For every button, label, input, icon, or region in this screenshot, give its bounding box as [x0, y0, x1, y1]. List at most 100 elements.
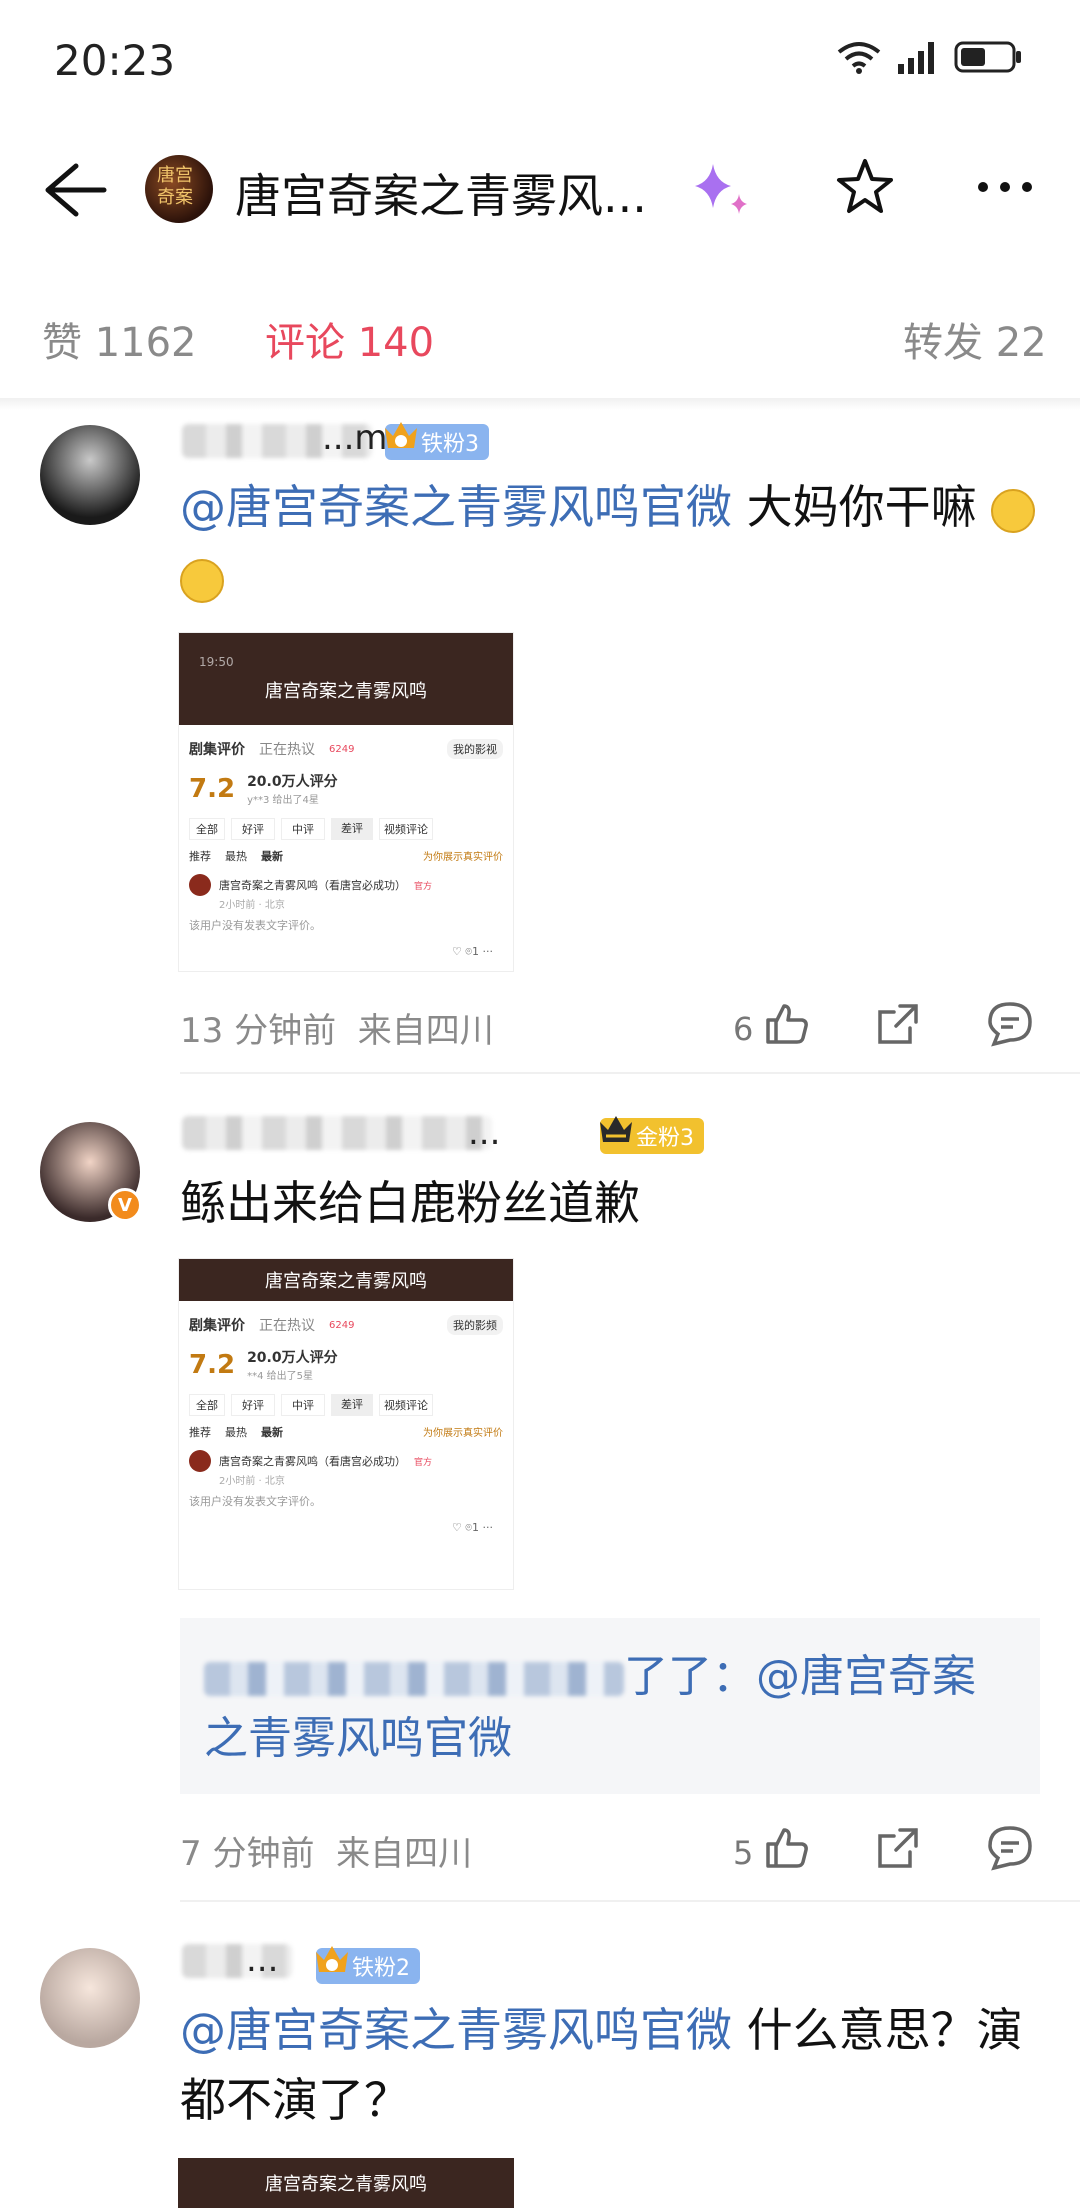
comment-time: 13 分钟前 [180, 1011, 337, 1051]
comment-body: 大妈你干嘛 [732, 480, 977, 534]
wifi-icon [837, 42, 881, 74]
star-icon[interactable] [833, 155, 897, 219]
comment-location: 来自四川 [357, 1011, 494, 1051]
thumbs-up-icon[interactable] [762, 1822, 812, 1872]
fan-badge[interactable]: 铁粉3 [385, 422, 489, 460]
badge-label: 铁粉2 [352, 1956, 410, 1981]
tab-likes[interactable]: 赞 1162 [42, 310, 197, 368]
comment-divider [180, 1900, 1080, 1902]
shot-real: 为你展示真实评价 [423, 852, 503, 863]
page-avatar[interactable]: 唐宫奇案 [145, 155, 213, 223]
crown-icon [316, 1946, 348, 1972]
battery-icon [954, 41, 1021, 73]
shot-review-avatar [189, 1450, 211, 1472]
shot-count: 6249 [329, 1319, 355, 1331]
crown-icon [385, 422, 417, 448]
shot-review-text: 该用户没有发表文字评价。 [189, 919, 321, 932]
mention-link[interactable]: @唐宫奇案之青雾风鸣官微 [180, 2003, 732, 2057]
fan-badge[interactable]: 铁粉2 [316, 1946, 420, 1984]
comment-time: 7 分钟前 [180, 1834, 315, 1874]
page-title[interactable]: 唐宫奇案之青雾风... [235, 160, 647, 226]
comment-text: 鲧出来给白鹿粉丝道歉 [180, 1176, 640, 1230]
sparkle-icon[interactable] [685, 160, 755, 220]
badge-label: 金粉3 [636, 1126, 694, 1151]
quoted-username-blurred[interactable] [204, 1662, 624, 1696]
shot-tab: 剧集评价 [189, 1318, 245, 1334]
shot-real: 为你展示真实评价 [423, 1428, 503, 1439]
username[interactable]: ... [468, 1113, 500, 1153]
comment-icon[interactable] [986, 1000, 1034, 1048]
signal-icon [898, 42, 934, 74]
crown-icon [600, 1116, 632, 1142]
shot-score: 7.2 [189, 773, 236, 804]
comment-text: @唐宫奇案之青雾风鸣官微 大妈你干嘛 [180, 472, 1060, 612]
shot-icons: ♡ ⌾1 ··· [452, 1521, 493, 1534]
shot-filter: 视频评论 [379, 818, 433, 840]
like-count: 5 [733, 1834, 754, 1872]
shot-my: 我的影视 [447, 739, 503, 759]
shot-official: 官方 [414, 1457, 433, 1468]
quote-prefix: 了了： [624, 1651, 756, 1702]
comment-text: @唐宫奇案之青雾风鸣官微 什么意思？演都不演了？ [180, 1995, 1060, 2135]
tabs-divider [0, 398, 1080, 410]
shot-review-avatar [189, 874, 211, 896]
shot-sub: **4 给出了5星 [247, 1371, 313, 1382]
shot-raters: 20.0万人评分 [247, 1350, 338, 1366]
emoji-icon [991, 488, 1036, 533]
quoted-reply[interactable]: 了了：@唐宫奇案之青雾风鸣官微 [180, 1618, 1040, 1794]
shot-sort: 最新 [261, 1426, 283, 1439]
comment-icon[interactable] [986, 1824, 1034, 1872]
shot-score: 7.2 [189, 1349, 236, 1380]
avatar[interactable] [40, 1948, 140, 2048]
username[interactable]: ... [246, 1940, 278, 1980]
comment-location: 来自四川 [336, 1834, 473, 1874]
comment-image[interactable]: 唐宫奇案之青雾风鸣 剧集评价 正在热议 6249 我的影频 7.2 20.0万人… [178, 1258, 514, 1590]
fan-badge[interactable]: 金粉3 [600, 1116, 704, 1154]
comment-divider [180, 1072, 1080, 1074]
shot-review-meta: 2小时前 · 北京 [219, 1476, 285, 1487]
shot-filter: 全部 [189, 1394, 225, 1416]
shot-title: 唐宫奇案之青雾风鸣 [265, 2174, 427, 2195]
shot-filter: 差评 [331, 818, 373, 840]
shot-review-meta: 2小时前 · 北京 [219, 900, 285, 911]
shot-title: 唐宫奇案之青雾风鸣 [265, 1271, 427, 1292]
shot-filter: 中评 [281, 818, 325, 840]
tab-reposts[interactable]: 转发 22 [903, 310, 1047, 368]
share-icon[interactable] [874, 1824, 922, 1872]
shot-sort: 最新 [261, 850, 283, 863]
shot-sort: 最热 [225, 1426, 247, 1439]
comment-image[interactable]: 唐宫奇案之青雾风鸣 [178, 2158, 514, 2208]
shot-tab: 剧集评价 [189, 742, 245, 758]
status-icons [836, 40, 1024, 74]
shot-filter: 好评 [231, 818, 275, 840]
tab-comments[interactable]: 评论 140 [265, 310, 434, 368]
shot-title: 唐宫奇案之青雾风鸣 [265, 681, 427, 702]
shot-status: 19:50 [199, 655, 234, 669]
shot-raters: 20.0万人评分 [247, 774, 338, 790]
emoji-icon [180, 558, 224, 603]
comment-meta: 13 分钟前 来自四川 [180, 1003, 494, 1052]
shot-filter: 差评 [331, 1394, 373, 1416]
badge-label: 铁粉3 [421, 432, 479, 457]
shot-icons: ♡ ⌾1 ··· [452, 945, 493, 958]
shot-my: 我的影频 [447, 1315, 503, 1335]
mention-link[interactable]: @唐宫奇案之青雾风鸣官微 [180, 480, 732, 534]
username-blurred[interactable] [182, 1116, 492, 1150]
shot-sort: 推荐 [189, 850, 211, 863]
shot-filter: 好评 [231, 1394, 275, 1416]
share-icon[interactable] [874, 1000, 922, 1048]
back-arrow-icon[interactable] [40, 160, 110, 220]
shot-filter: 全部 [189, 818, 225, 840]
more-icon[interactable] [975, 172, 1035, 202]
avatar[interactable] [40, 425, 140, 525]
shot-review-title: 唐宫奇案之青雾风鸣（看唐宫必成功） [219, 879, 406, 892]
shot-filter: 视频评论 [379, 1394, 433, 1416]
avatar-logo-text: 唐宫奇案 [157, 165, 193, 208]
shot-official: 官方 [414, 881, 433, 892]
shot-tab: 正在热议 [259, 1318, 315, 1334]
shot-review-text: 该用户没有发表文字评价。 [189, 1495, 321, 1508]
shot-sort: 推荐 [189, 1426, 211, 1439]
comment-image[interactable]: 19:50 唐宫奇案之青雾风鸣 剧集评价 正在热议 6249 我的影视 7.2 … [178, 632, 514, 972]
shot-sub: y**3 给出了4星 [247, 795, 319, 806]
thumbs-up-icon[interactable] [762, 998, 812, 1048]
